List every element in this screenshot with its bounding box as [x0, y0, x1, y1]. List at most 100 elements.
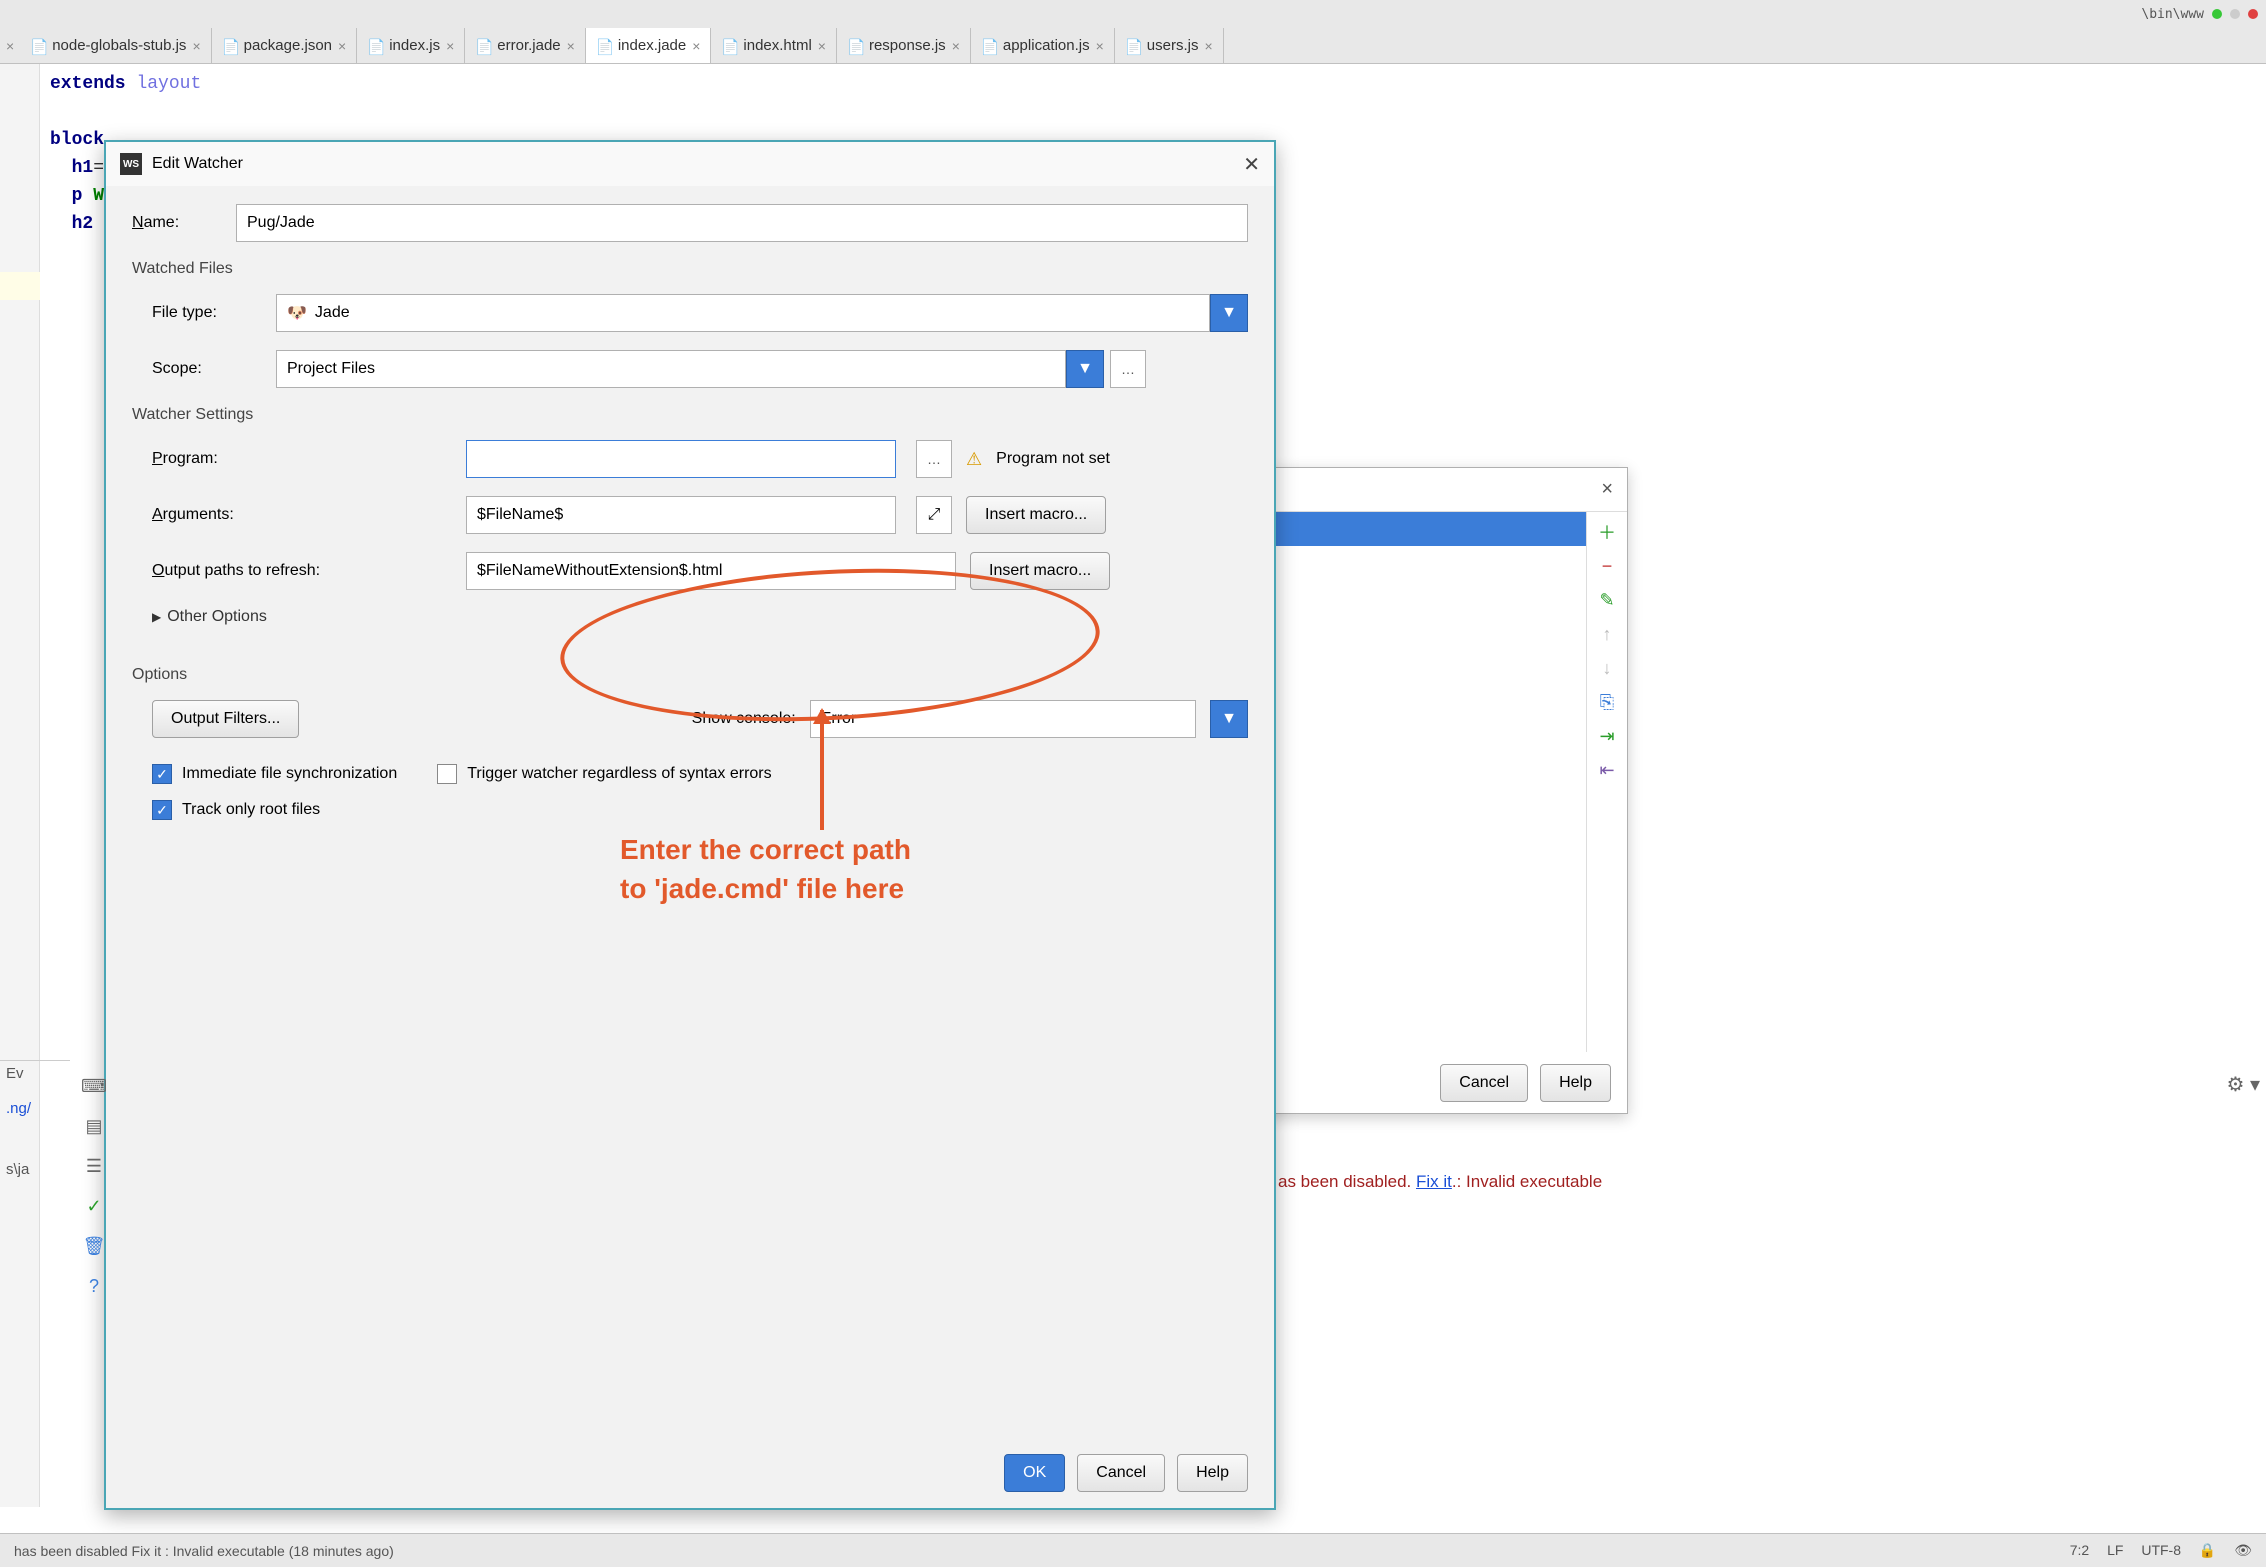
file-encoding[interactable]: UTF-8	[2141, 1542, 2181, 1558]
show-console-label: Show console:	[692, 710, 796, 728]
json-file-icon: 📄	[222, 38, 238, 54]
tab-index-jade[interactable]: 📄index.jade×	[586, 28, 712, 63]
tab-error-jade[interactable]: 📄 error.jade ×	[465, 28, 586, 63]
name-input[interactable]	[236, 204, 1248, 242]
help-button[interactable]: Help	[1177, 1454, 1248, 1492]
move-down-icon[interactable]: ↓	[1597, 658, 1617, 678]
sync-checkbox-label: Immediate file synchronization	[182, 765, 397, 783]
help-icon[interactable]: ?	[80, 1272, 108, 1300]
cancel-button[interactable]: Cancel	[1077, 1454, 1165, 1492]
stack-icon[interactable]: ☰	[80, 1152, 108, 1180]
close-icon[interactable]: ×	[1601, 478, 1613, 501]
tab-label: application.js	[1003, 37, 1090, 54]
fix-it-link[interactable]: Fix it	[1416, 1172, 1452, 1191]
program-warning-text: Program not set	[996, 450, 1110, 468]
line-separator[interactable]: LF	[2107, 1542, 2123, 1558]
program-input[interactable]	[466, 440, 896, 478]
lock-icon[interactable]: 🔒	[2199, 1542, 2216, 1558]
insert-macro-button[interactable]: Insert macro...	[966, 496, 1106, 534]
el-h2: h2	[72, 214, 94, 234]
copy-icon[interactable]: ⎘	[1597, 692, 1617, 712]
layers-icon[interactable]: ▤	[80, 1112, 108, 1140]
tab-close-icon[interactable]: ×	[1204, 38, 1212, 54]
sync-checkbox[interactable]: ✓	[152, 764, 172, 784]
inspector-icon[interactable]: 👁	[2234, 1542, 2252, 1558]
tab-close-icon[interactable]: ×	[1096, 38, 1104, 54]
output-paths-input[interactable]	[466, 552, 956, 590]
tab-close-icon[interactable]: ×	[192, 38, 200, 54]
tab-application-js[interactable]: 📄application.js×	[971, 28, 1115, 63]
expand-icon[interactable]: ⤢	[916, 496, 952, 534]
gear-icon[interactable]: ⚙ ▾	[2226, 1072, 2260, 1097]
root-checkbox-label: Track only root files	[182, 801, 320, 819]
caret-position[interactable]: 7:2	[2070, 1542, 2089, 1558]
tab-node-globals-stub[interactable]: 📄node-globals-stub.js×	[20, 28, 211, 63]
tab-label: error.jade	[497, 37, 560, 54]
close-icon[interactable]: ✕	[1243, 152, 1260, 177]
cancel-button[interactable]: Cancel	[1440, 1064, 1528, 1102]
add-icon[interactable]: ＋	[1597, 522, 1617, 542]
help-button[interactable]: Help	[1540, 1064, 1611, 1102]
js-file-icon: 📄	[847, 38, 863, 54]
annotation-line2: to 'jade.cmd' file here	[620, 869, 911, 908]
fragment-ev: Ev	[0, 1060, 70, 1086]
tab-label: index.html	[743, 37, 811, 54]
other-options-toggle[interactable]: ▶ Other Options	[152, 608, 1248, 626]
arguments-label: Arguments:	[152, 506, 452, 524]
status-right: 7:2 LF UTF-8 🔒 👁	[2056, 1542, 2252, 1559]
tab-package-json[interactable]: 📄package.json×	[212, 28, 358, 63]
trigger-checkbox[interactable]	[437, 764, 457, 784]
browse-button[interactable]: …	[916, 440, 952, 478]
disabled-suffix: .: Invalid executable	[1452, 1172, 1602, 1191]
tab-label: users.js	[1147, 37, 1199, 54]
export-icon[interactable]: ⇤	[1597, 760, 1617, 780]
trash-icon[interactable]: 🗑	[80, 1232, 108, 1260]
other-options-label: Other Options	[167, 608, 267, 626]
tab-label: index.js	[389, 37, 440, 54]
tab-users-js[interactable]: 📄users.js×	[1115, 28, 1224, 63]
window-dot-gray	[2230, 9, 2240, 19]
js-file-icon: 📄	[30, 38, 46, 54]
move-up-icon[interactable]: ↑	[1597, 624, 1617, 644]
arguments-input[interactable]	[466, 496, 896, 534]
output-paths-label: Output paths to refresh:	[152, 562, 452, 580]
tab-close-leading[interactable]: ×	[0, 28, 20, 63]
tab-close-icon[interactable]: ×	[692, 38, 700, 54]
root-checkbox[interactable]: ✓	[152, 800, 172, 820]
edit-icon[interactable]: ✎	[1597, 590, 1617, 610]
tab-response-js[interactable]: 📄response.js×	[837, 28, 971, 63]
dropdown-icon[interactable]: ▼	[1210, 700, 1248, 738]
show-console-combo[interactable]: Error	[810, 700, 1196, 738]
tab-close-icon[interactable]: ×	[567, 38, 575, 54]
tab-close-icon[interactable]: ×	[338, 38, 346, 54]
dropdown-icon[interactable]: ▼	[1066, 350, 1104, 388]
warning-icon: ⚠	[966, 449, 982, 470]
el-p: p	[72, 186, 83, 206]
tab-close-icon[interactable]: ×	[952, 38, 960, 54]
tab-close-icon[interactable]: ×	[818, 38, 826, 54]
terminal-icon[interactable]: ⌨	[80, 1072, 108, 1100]
chevron-right-icon: ▶	[152, 610, 161, 624]
tab-close-icon[interactable]: ×	[446, 38, 454, 54]
check-icon[interactable]: ✓	[80, 1192, 108, 1220]
remove-icon[interactable]: −	[1597, 556, 1617, 576]
insert-macro-button[interactable]: Insert macro...	[970, 552, 1110, 590]
import-icon[interactable]: ⇥	[1597, 726, 1617, 746]
tab-index-html[interactable]: 📄index.html×	[711, 28, 837, 63]
file-type-combo[interactable]: 🐶 Jade	[276, 294, 1210, 332]
browse-button[interactable]: …	[1110, 350, 1146, 388]
watcher-settings-heading: Watcher Settings	[132, 406, 1248, 424]
left-panel-fragments: Ev .ng/ s\ja	[0, 1060, 70, 1208]
editor-tab-bar: × 📄node-globals-stub.js× 📄package.json× …	[0, 28, 2266, 64]
fragment-ng: .ng/	[0, 1086, 70, 1131]
status-bar: has been disabled Fix it : Invalid execu…	[0, 1533, 2266, 1567]
dropdown-icon[interactable]: ▼	[1210, 294, 1248, 332]
edit-watcher-dialog: WS Edit Watcher ✕ Name: Watched Files Fi…	[104, 140, 1276, 1510]
ok-button[interactable]: OK	[1004, 1454, 1065, 1492]
scope-combo[interactable]: Project Files	[276, 350, 1066, 388]
scope-label: Scope:	[152, 360, 262, 378]
tab-index-js[interactable]: 📄index.js×	[357, 28, 465, 63]
output-filters-button[interactable]: Output Filters...	[152, 700, 299, 738]
jade-file-icon: 📄	[475, 38, 491, 54]
options-heading: Options	[132, 666, 1248, 684]
